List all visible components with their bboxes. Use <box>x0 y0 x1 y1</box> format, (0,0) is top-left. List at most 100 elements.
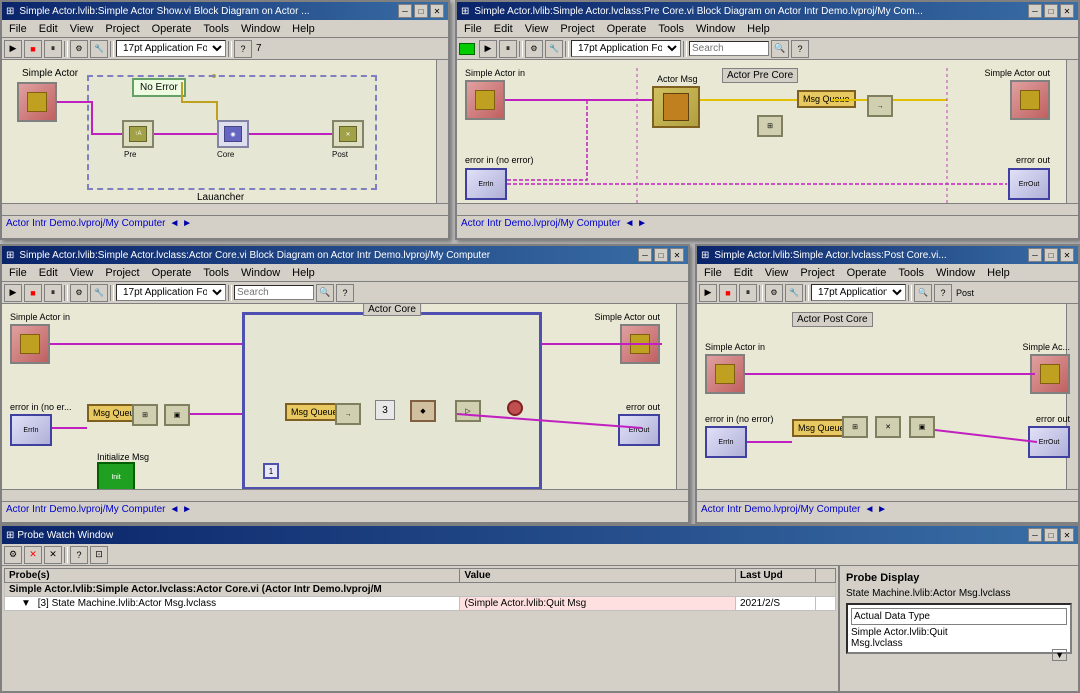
run-btn-4[interactable]: ▶ <box>699 284 717 302</box>
scrollbar-v-3[interactable] <box>676 304 688 501</box>
nav-arrow-3[interactable]: ◄ ► <box>170 504 193 515</box>
maximize-btn-1[interactable]: □ <box>414 4 428 18</box>
pause-btn-1[interactable]: ⏸ <box>44 40 62 58</box>
tb4-2[interactable]: 🔧 <box>545 40 563 58</box>
probe-btn-3[interactable]: ✕ <box>44 546 62 564</box>
menu-view-3[interactable]: View <box>65 266 99 280</box>
tb3-4[interactable]: ⚙ <box>765 284 783 302</box>
probe-row-1[interactable]: Simple Actor.lvlib:Simple Actor.lvclass:… <box>5 583 836 597</box>
window-4[interactable]: ⊞ Simple Actor.lvlib:Simple Actor.lvclas… <box>695 244 1080 524</box>
minimize-btn-1[interactable]: ─ <box>398 4 412 18</box>
help-btn-3[interactable]: ? <box>336 284 354 302</box>
menu-view-4[interactable]: View <box>760 266 794 280</box>
minimize-btn-2[interactable]: ─ <box>1028 4 1042 18</box>
close-btn-3[interactable]: ✕ <box>670 248 684 262</box>
scrollbar-h-3[interactable] <box>2 489 688 501</box>
menu-edit-1[interactable]: Edit <box>34 22 63 36</box>
pause-btn-2[interactable]: ⏸ <box>499 40 517 58</box>
help-btn-1[interactable]: ? <box>234 40 252 58</box>
maximize-btn-3[interactable]: □ <box>654 248 668 262</box>
stop-btn-3[interactable]: ■ <box>24 284 42 302</box>
probe-btn-5[interactable]: ⊡ <box>90 546 108 564</box>
scrollbar-v-1[interactable] <box>436 60 448 215</box>
probe-minimize[interactable]: ─ <box>1028 528 1042 542</box>
search-btn-2[interactable]: 🔍 <box>771 40 789 58</box>
scrollbar-h-2[interactable] <box>457 203 1078 215</box>
window-3[interactable]: ⊞ Simple Actor.lvlib:Simple Actor.lvclas… <box>0 244 690 524</box>
status-bar-4[interactable]: Actor Intr Demo.lvproj/My Computer ◄ ► <box>697 501 1078 517</box>
menu-tools-4[interactable]: Tools <box>893 266 929 280</box>
nav-arrow-2[interactable]: ◄ ► <box>625 218 648 229</box>
menu-edit-3[interactable]: Edit <box>34 266 63 280</box>
menu-window-1[interactable]: Window <box>236 22 285 36</box>
stop-btn-1[interactable]: ■ <box>24 40 42 58</box>
scrollbar-v-4[interactable] <box>1066 304 1078 501</box>
menu-project-4[interactable]: Project <box>795 266 839 280</box>
stop-btn-4[interactable]: ■ <box>719 284 737 302</box>
menu-file-4[interactable]: File <box>699 266 727 280</box>
tb3-1[interactable]: ⚙ <box>70 40 88 58</box>
tb4-1[interactable]: 🔧 <box>90 40 108 58</box>
run-btn-1[interactable]: ▶ <box>4 40 22 58</box>
tb4-4[interactable]: 🔧 <box>785 284 803 302</box>
search-btn-3[interactable]: 🔍 <box>316 284 334 302</box>
scrollbar-v-2[interactable] <box>1066 60 1078 215</box>
status-bar-2[interactable]: Actor Intr Demo.lvproj/My Computer ◄ ► <box>457 215 1078 231</box>
menu-project-3[interactable]: Project <box>100 266 144 280</box>
menu-operate-3[interactable]: Operate <box>147 266 197 280</box>
maximize-btn-4[interactable]: □ <box>1044 248 1058 262</box>
menu-help-1[interactable]: Help <box>287 22 320 36</box>
nav-arrow-1[interactable]: ◄ ► <box>170 218 193 229</box>
menu-window-2[interactable]: Window <box>691 22 740 36</box>
help-btn-2[interactable]: ? <box>791 40 809 58</box>
close-btn-4[interactable]: ✕ <box>1060 248 1074 262</box>
menu-tools-3[interactable]: Tools <box>198 266 234 280</box>
menu-tools-1[interactable]: Tools <box>198 22 234 36</box>
tb4-3[interactable]: 🔧 <box>90 284 108 302</box>
menu-file-3[interactable]: File <box>4 266 32 280</box>
menu-window-3[interactable]: Window <box>236 266 285 280</box>
menu-file-1[interactable]: File <box>4 22 32 36</box>
tb3-2[interactable]: ⚙ <box>525 40 543 58</box>
probe-btn-2[interactable]: ✕ <box>24 546 42 564</box>
post-tb-1[interactable]: 🔍 <box>914 284 932 302</box>
probe-watch-window[interactable]: ⊞ Probe Watch Window ─ □ ✕ ⚙ ✕ ✕ ? ⊡ Pro… <box>0 524 1080 693</box>
font-select-3[interactable]: 17pt Application Font <box>116 284 226 301</box>
menu-window-4[interactable]: Window <box>931 266 980 280</box>
status-bar-3[interactable]: Actor Intr Demo.lvproj/My Computer ◄ ► <box>2 501 688 517</box>
run-btn-3[interactable]: ▶ <box>4 284 22 302</box>
window-1[interactable]: ⊞ Simple Actor.lvlib:Simple Actor Show.v… <box>0 0 450 240</box>
menu-operate-1[interactable]: Operate <box>147 22 197 36</box>
menu-view-1[interactable]: View <box>65 22 99 36</box>
menu-operate-4[interactable]: Operate <box>842 266 892 280</box>
pause-btn-4[interactable]: ⏸ <box>739 284 757 302</box>
help-btn-4[interactable]: ? <box>934 284 952 302</box>
probe-row-2[interactable]: ▼ [3] State Machine.lvlib:Actor Msg.lvcl… <box>5 597 836 611</box>
tb3-3[interactable]: ⚙ <box>70 284 88 302</box>
pause-btn-3[interactable]: ⏸ <box>44 284 62 302</box>
font-select-2[interactable]: 17pt Application Font <box>571 40 681 57</box>
probe-btn-4[interactable]: ? <box>70 546 88 564</box>
close-btn-1[interactable]: ✕ <box>430 4 444 18</box>
nav-arrow-4[interactable]: ◄ ► <box>865 504 888 515</box>
font-select-4[interactable]: 17pt Application Fo... <box>811 284 906 301</box>
menu-file-2[interactable]: File <box>459 22 487 36</box>
minimize-btn-4[interactable]: ─ <box>1028 248 1042 262</box>
probe-maximize[interactable]: □ <box>1044 528 1058 542</box>
menu-help-3[interactable]: Help <box>287 266 320 280</box>
maximize-btn-2[interactable]: □ <box>1044 4 1058 18</box>
search-input-3[interactable] <box>234 285 314 300</box>
minimize-btn-3[interactable]: ─ <box>638 248 652 262</box>
probe-close[interactable]: ✕ <box>1060 528 1074 542</box>
scrollbar-h-1[interactable] <box>2 203 448 215</box>
probe-btn-1[interactable]: ⚙ <box>4 546 22 564</box>
menu-help-4[interactable]: Help <box>982 266 1015 280</box>
search-input-2[interactable] <box>689 41 769 56</box>
menu-project-1[interactable]: Project <box>100 22 144 36</box>
close-btn-2[interactable]: ✕ <box>1060 4 1074 18</box>
menu-edit-2[interactable]: Edit <box>489 22 518 36</box>
menu-view-2[interactable]: View <box>520 22 554 36</box>
status-bar-1[interactable]: Actor Intr Demo.lvproj/My Computer ◄ ► <box>2 215 448 231</box>
menu-tools-2[interactable]: Tools <box>653 22 689 36</box>
scrollbar-h-4[interactable] <box>697 489 1078 501</box>
